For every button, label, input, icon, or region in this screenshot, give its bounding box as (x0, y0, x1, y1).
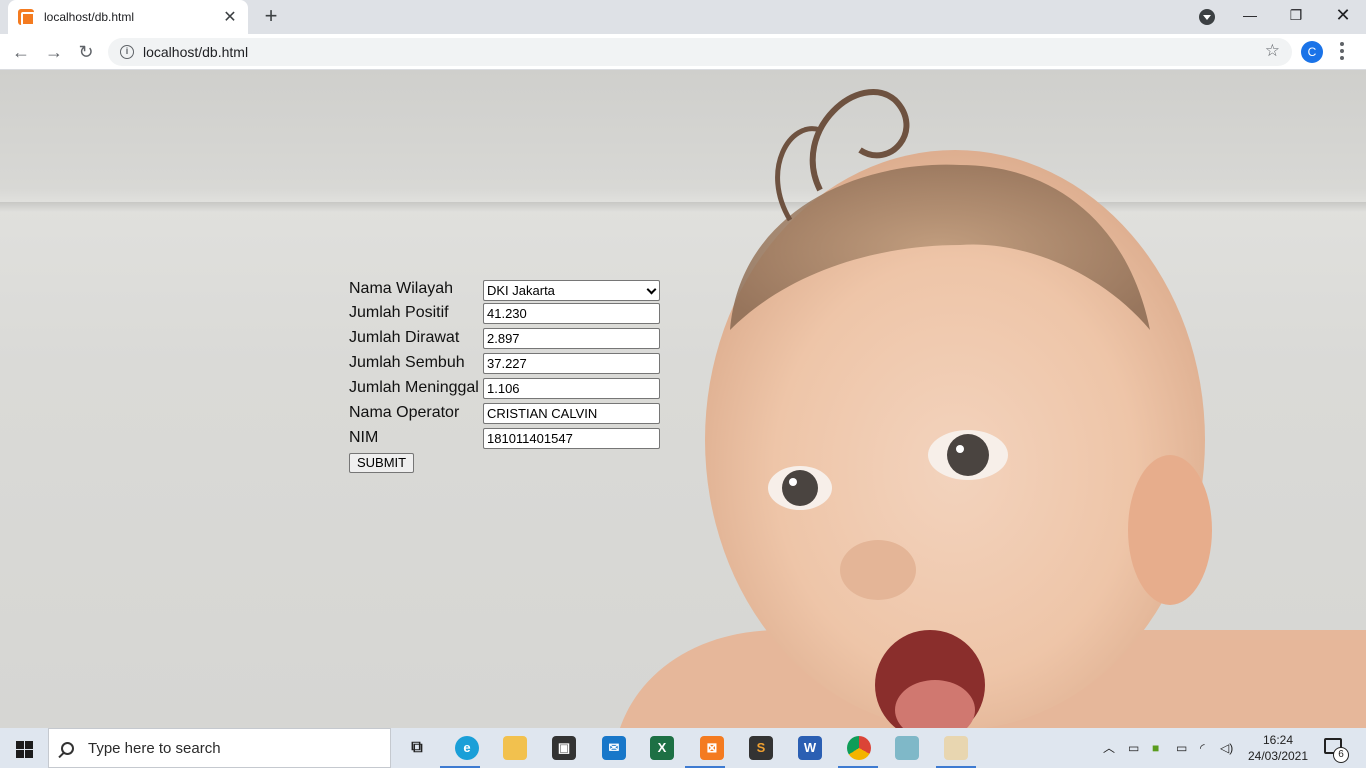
new-tab-button[interactable]: + (260, 4, 282, 28)
search-placeholder: Type here to search (88, 739, 221, 757)
profile-avatar[interactable]: C (1301, 41, 1323, 63)
input-nama-operator[interactable]: CRISTIAN CALVIN (483, 403, 660, 424)
close-tab-icon[interactable]: ✕ (222, 7, 238, 27)
browser-toolbar: ← → ↻ i localhost/db.html ☆ C (0, 34, 1366, 70)
taskbar-search-box[interactable]: Type here to search (48, 728, 391, 768)
battery-icon[interactable]: ▭ (1176, 728, 1187, 768)
browser-tab-bar: localhost/db.html ✕ + — ❐ ✕ (0, 0, 1366, 34)
task-view-icon[interactable]: ⧉ (405, 736, 429, 760)
meet-now-icon[interactable]: ▭ (1128, 728, 1139, 768)
input-jumlah-meninggal[interactable]: 1.106 (483, 378, 660, 399)
paint-icon[interactable] (944, 736, 968, 760)
chevron-down-icon (646, 284, 657, 295)
browser-tab[interactable]: localhost/db.html ✕ (8, 0, 248, 34)
label-jumlah-meninggal: Jumlah Meninggal (349, 379, 479, 396)
label-nim: NIM (349, 429, 379, 446)
clock-time: 16:24 (1262, 733, 1294, 747)
search-icon (61, 741, 74, 755)
volume-icon[interactable]: ◁) (1220, 728, 1233, 768)
word-icon[interactable]: W (798, 736, 822, 760)
input-jumlah-sembuh[interactable]: 37.227 (483, 353, 660, 374)
label-jumlah-positif: Jumlah Positif (349, 304, 449, 321)
windows-start-button[interactable] (0, 728, 48, 768)
input-jumlah-dirawat[interactable]: 2.897 (483, 328, 660, 349)
label-jumlah-sembuh: Jumlah Sembuh (349, 354, 465, 371)
taskbar-clock[interactable]: 16:24 24/03/2021 (1240, 732, 1316, 764)
restore-button[interactable]: ❐ (1273, 0, 1319, 30)
baby-background-photo (620, 89, 1366, 728)
bookmark-star-icon[interactable]: ☆ (1265, 41, 1280, 61)
url-text: localhost/db.html (143, 44, 249, 60)
windows-taskbar: Type here to search ⧉ e ▣ ✉ X ⊠ S W ︿ ▭ … (0, 728, 1366, 768)
close-window-button[interactable]: ✕ (1320, 0, 1366, 30)
tab-search-icon[interactable] (1199, 9, 1215, 25)
site-info-icon[interactable]: i (120, 45, 134, 59)
chrome-icon[interactable] (847, 736, 871, 760)
minimize-button[interactable]: — (1227, 0, 1273, 30)
xampp-favicon-icon (18, 9, 35, 26)
wifi-icon[interactable]: ◜ (1200, 728, 1205, 768)
label-nama-wilayah: Nama Wilayah (349, 280, 454, 297)
browser-menu-icon[interactable] (1340, 42, 1344, 62)
app-icon[interactable] (895, 736, 919, 760)
address-bar[interactable]: i localhost/db.html ☆ (108, 38, 1292, 66)
page-content: Nama Wilayah DKI Jakarta Jumlah Positif … (0, 70, 1366, 728)
label-jumlah-dirawat: Jumlah Dirawat (349, 329, 460, 346)
nvidia-icon[interactable]: ■ (1152, 728, 1159, 768)
tab-title: localhost/db.html (44, 10, 135, 24)
sublime-text-icon[interactable]: S (749, 736, 773, 760)
file-explorer-icon[interactable] (503, 736, 527, 760)
clock-date: 24/03/2021 (1247, 749, 1309, 763)
edge-icon[interactable]: e (455, 736, 479, 760)
select-nama-wilayah[interactable]: DKI Jakarta (483, 280, 660, 301)
back-icon[interactable]: ← (9, 40, 33, 64)
reload-icon[interactable]: ↻ (74, 40, 98, 64)
notification-badge: 6 (1333, 747, 1349, 763)
input-nim[interactable]: 181011401547 (483, 428, 660, 449)
label-nama-operator: Nama Operator (349, 404, 460, 421)
chevron-up-icon[interactable]: ︿ (1103, 728, 1115, 768)
xampp-icon[interactable]: ⊠ (700, 736, 724, 760)
forward-icon[interactable]: → (42, 40, 66, 64)
excel-icon[interactable]: X (650, 736, 674, 760)
submit-button[interactable]: SUBMIT (349, 453, 415, 473)
input-jumlah-positif[interactable]: 41.230 (483, 303, 660, 324)
mail-icon[interactable]: ✉ (602, 736, 626, 760)
store-icon[interactable]: ▣ (552, 736, 576, 760)
select-value: DKI Jakarta (487, 283, 555, 298)
